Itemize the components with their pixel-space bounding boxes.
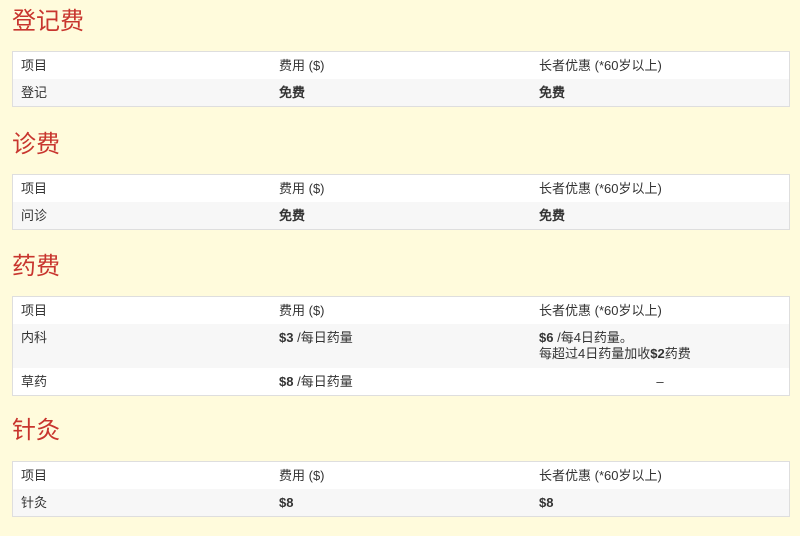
fee-cell: 免费 bbox=[279, 85, 306, 100]
senior-cell: 免费 bbox=[539, 85, 566, 100]
fee-table-consultation: 项目 费用 ($) 长者优惠 (*60岁以上) 问诊 免费 免费 bbox=[12, 174, 790, 230]
fee-amount: $8 bbox=[279, 374, 294, 389]
column-header-fee: 费用 ($) bbox=[279, 181, 325, 196]
column-header-senior: 长者优惠 (*60岁以上) bbox=[539, 468, 662, 483]
senior-amount: $6 bbox=[539, 330, 554, 345]
table-row: 问诊 免费 免费 bbox=[13, 202, 789, 229]
item-cell: 登记 bbox=[21, 85, 48, 100]
fee-cell: 免费 bbox=[279, 208, 306, 223]
section-title-registration: 登记费 bbox=[12, 7, 84, 35]
senior-cell: $8 bbox=[539, 495, 554, 510]
senior-note-prefix: 每超过4日药量加收 bbox=[539, 346, 651, 361]
item-cell: 内科 bbox=[21, 330, 48, 345]
fee-unit: /每日药量 bbox=[293, 330, 353, 345]
fee-table-medicine: 项目 费用 ($) 长者优惠 (*60岁以上) 内科 $3 /每日药量 $6 /… bbox=[12, 296, 790, 396]
senior-cell: 免费 bbox=[539, 208, 566, 223]
item-cell: 针灸 bbox=[21, 495, 48, 510]
section-title-acupuncture: 针灸 bbox=[12, 416, 60, 444]
column-header-fee: 费用 ($) bbox=[279, 58, 325, 73]
table-header-row: 项目 费用 ($) 长者优惠 (*60岁以上) bbox=[13, 297, 789, 324]
column-header-senior: 长者优惠 (*60岁以上) bbox=[539, 303, 662, 318]
item-cell: 草药 bbox=[21, 374, 48, 389]
senior-note-line: 每超过4日药量加收$2药费 bbox=[539, 346, 789, 362]
fee-amount: $3 bbox=[279, 330, 294, 345]
section-title-medicine: 药费 bbox=[12, 252, 60, 280]
fee-table-acupuncture: 项目 费用 ($) 长者优惠 (*60岁以上) 针灸 $8 $8 bbox=[12, 461, 790, 517]
senior-note-amount: $2 bbox=[650, 346, 665, 361]
fee-table-registration: 项目 费用 ($) 长者优惠 (*60岁以上) 登记 免费 免费 bbox=[12, 51, 790, 107]
senior-unit: /每4日药量。 bbox=[553, 330, 633, 345]
column-header-item: 项目 bbox=[21, 58, 48, 73]
table-row: 内科 $3 /每日药量 $6 /每4日药量。 每超过4日药量加收$2药费 bbox=[13, 324, 789, 368]
item-cell: 问诊 bbox=[21, 208, 48, 223]
table-row: 登记 免费 免费 bbox=[13, 79, 789, 106]
column-header-item: 项目 bbox=[21, 181, 48, 196]
column-header-senior: 长者优惠 (*60岁以上) bbox=[539, 181, 662, 196]
senior-note-suffix: 药费 bbox=[664, 346, 691, 361]
column-header-senior: 长者优惠 (*60岁以上) bbox=[539, 58, 662, 73]
table-header-row: 项目 费用 ($) 长者优惠 (*60岁以上) bbox=[13, 175, 789, 202]
column-header-fee: 费用 ($) bbox=[279, 468, 325, 483]
table-header-row: 项目 费用 ($) 长者优惠 (*60岁以上) bbox=[13, 52, 789, 79]
section-title-consultation: 诊费 bbox=[12, 130, 60, 158]
table-row: 草药 $8 /每日药量 – bbox=[13, 368, 789, 395]
table-row: 针灸 $8 $8 bbox=[13, 489, 789, 516]
table-header-row: 项目 费用 ($) 长者优惠 (*60岁以上) bbox=[13, 462, 789, 489]
fee-cell: $8 /每日药量 bbox=[271, 374, 531, 390]
column-header-item: 项目 bbox=[21, 303, 48, 318]
fee-unit: /每日药量 bbox=[293, 374, 353, 389]
column-header-item: 项目 bbox=[21, 468, 48, 483]
fee-cell: $8 bbox=[279, 495, 294, 510]
senior-price-line: $6 /每4日药量。 bbox=[539, 330, 789, 346]
senior-cell: $6 /每4日药量。 每超过4日药量加收$2药费 bbox=[531, 330, 789, 362]
column-header-fee: 费用 ($) bbox=[279, 303, 325, 318]
senior-cell: – bbox=[656, 374, 664, 389]
fee-cell: $3 /每日药量 bbox=[271, 330, 531, 362]
